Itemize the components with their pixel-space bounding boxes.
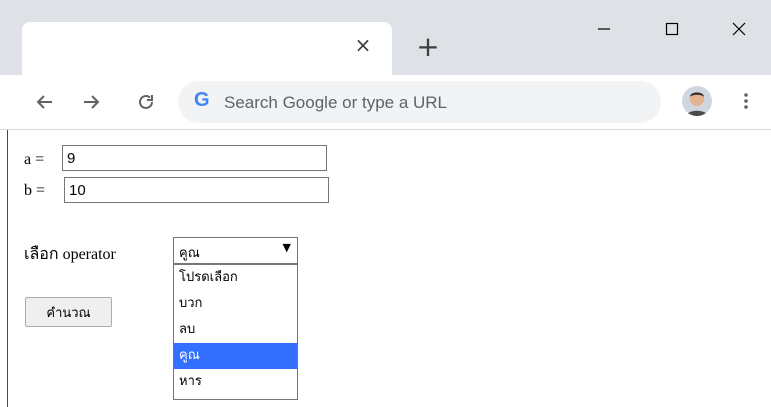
forward-arrow-icon[interactable] xyxy=(76,87,106,117)
chevron-down-icon: ▼ xyxy=(282,241,291,254)
back-arrow-icon[interactable] xyxy=(30,87,60,117)
minimize-window-icon[interactable] xyxy=(584,14,624,44)
input-a[interactable] xyxy=(62,145,327,171)
operator-option[interactable]: โปรดเลือก xyxy=(174,265,297,291)
operator-option[interactable]: หาร xyxy=(174,369,297,395)
tab-close-icon[interactable]: × xyxy=(352,33,374,57)
browser-toolbar: G xyxy=(0,75,771,130)
new-tab-button[interactable]: + xyxy=(412,30,444,63)
menu-dots-icon[interactable] xyxy=(736,86,756,116)
operator-option-selected[interactable]: คูณ xyxy=(174,343,297,369)
label-operator: เลือก operator xyxy=(24,246,116,263)
browser-tab-strip: × + xyxy=(0,0,771,75)
search-input[interactable] xyxy=(222,87,646,119)
reload-icon[interactable] xyxy=(131,87,161,117)
operator-select[interactable]: คูณ ▼ xyxy=(173,237,298,264)
operator-option[interactable]: ลบ xyxy=(174,317,297,343)
operator-dropdown-list: โปรดเลือก บวก ลบ คูณ หาร xyxy=(173,264,298,400)
label-b: b = xyxy=(24,182,46,199)
page-content xyxy=(0,130,771,407)
window-left-border xyxy=(7,130,8,407)
operator-selected-value: คูณ xyxy=(179,246,200,261)
close-window-icon[interactable] xyxy=(719,14,759,44)
operator-option[interactable]: บวก xyxy=(174,291,297,317)
label-a: a = xyxy=(24,151,45,168)
input-b[interactable] xyxy=(64,177,329,203)
maximize-window-icon[interactable] xyxy=(652,14,692,44)
browser-tab[interactable]: × xyxy=(22,22,392,75)
omnibox[interactable]: G xyxy=(178,81,661,123)
profile-avatar-icon[interactable] xyxy=(682,86,712,116)
calculate-button[interactable]: คำนวณ xyxy=(25,297,112,327)
google-g-icon: G xyxy=(194,89,210,111)
